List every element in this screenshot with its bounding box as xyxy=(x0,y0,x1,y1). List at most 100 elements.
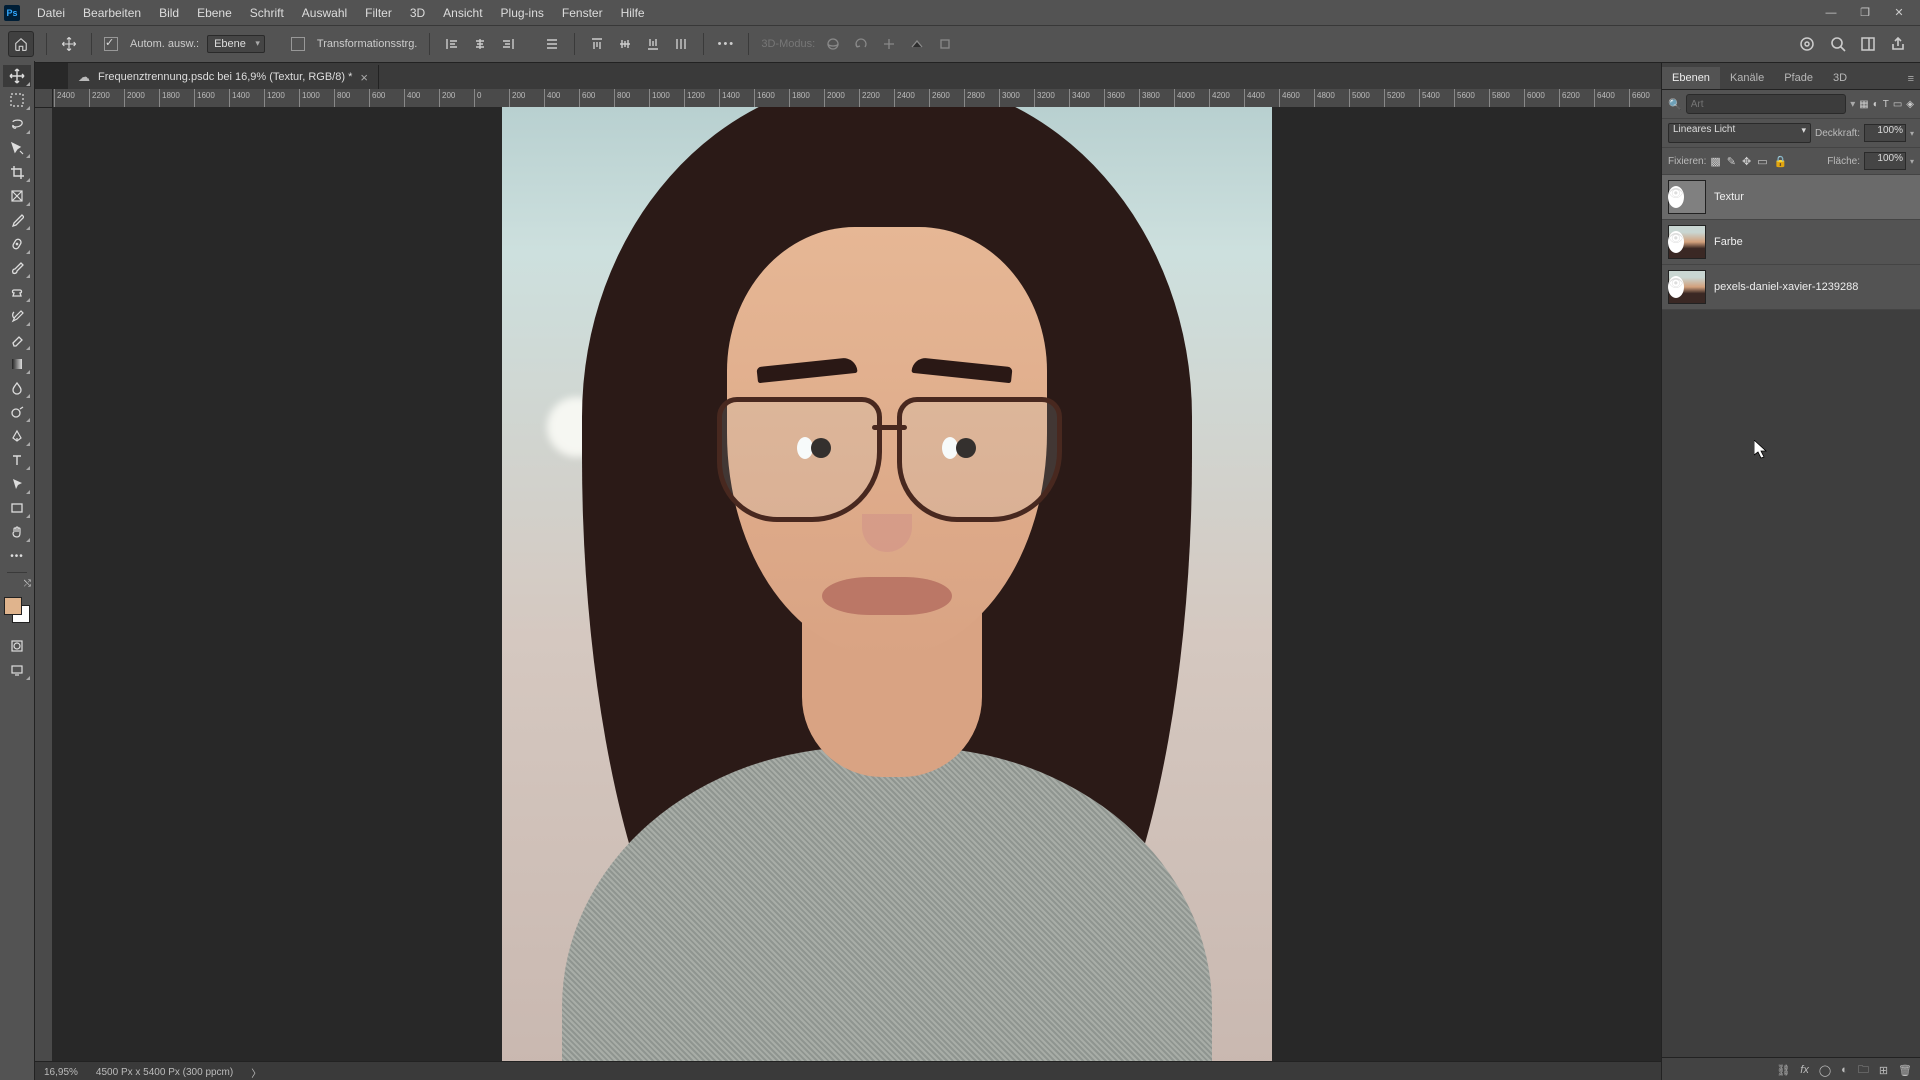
layer-fx-icon[interactable]: fx xyxy=(1800,1064,1809,1076)
new-adjustment-icon[interactable]: ◐ xyxy=(1841,1064,1848,1076)
lock-pixels-icon[interactable]: ✎ xyxy=(1727,155,1736,168)
delete-layer-icon[interactable]: 🗑 xyxy=(1898,1064,1912,1077)
menu-datei[interactable]: Datei xyxy=(28,0,74,25)
rectangle-tool[interactable] xyxy=(3,497,31,519)
opacity-value[interactable]: 100% xyxy=(1864,124,1906,142)
layer-row[interactable]: 👁 Farbe xyxy=(1662,220,1920,265)
layer-list-empty-area[interactable] xyxy=(1662,310,1920,1057)
transform-controls-checkbox[interactable] xyxy=(291,37,305,51)
quick-select-tool[interactable] xyxy=(3,137,31,159)
layer-name[interactable]: Farbe xyxy=(1714,236,1743,248)
menu-ansicht[interactable]: Ansicht xyxy=(434,0,491,25)
menu-bild[interactable]: Bild xyxy=(150,0,188,25)
filter-smart-icon[interactable]: ◈ xyxy=(1906,99,1914,110)
zoom-readout[interactable]: 16,95% xyxy=(44,1067,78,1078)
link-layers-icon[interactable]: ⛓ xyxy=(1776,1064,1790,1077)
auto-select-checkbox[interactable] xyxy=(104,37,118,51)
menu-schrift[interactable]: Schrift xyxy=(241,0,293,25)
quickmask-toggle[interactable] xyxy=(3,635,31,657)
clone-stamp-tool[interactable] xyxy=(3,281,31,303)
share-icon[interactable] xyxy=(1890,36,1906,52)
tab-kanaele[interactable]: Kanäle xyxy=(1720,67,1774,89)
add-mask-icon[interactable]: ◯ xyxy=(1819,1064,1831,1077)
layer-row[interactable]: 👁 pexels-daniel-xavier-1239288 xyxy=(1662,265,1920,310)
lock-position-icon[interactable]: ✥ xyxy=(1742,155,1751,168)
lasso-tool[interactable] xyxy=(3,113,31,135)
align-left-icon[interactable] xyxy=(442,34,462,54)
filter-shape-icon[interactable]: ▭ xyxy=(1893,99,1902,110)
menu-filter[interactable]: Filter xyxy=(356,0,401,25)
layer-filter-input[interactable] xyxy=(1686,94,1847,114)
close-tab-icon[interactable]: × xyxy=(360,70,368,85)
more-options-icon[interactable]: ••• xyxy=(716,34,736,54)
screenmode-toggle[interactable] xyxy=(3,659,31,681)
align-right-icon[interactable] xyxy=(498,34,518,54)
menu-fenster[interactable]: Fenster xyxy=(553,0,612,25)
pen-tool[interactable] xyxy=(3,425,31,447)
blur-tool[interactable] xyxy=(3,377,31,399)
workspace-icon[interactable] xyxy=(1860,36,1876,52)
menu-hilfe[interactable]: Hilfe xyxy=(612,0,654,25)
visibility-toggle[interactable]: 👁 xyxy=(1668,186,1684,208)
frame-tool[interactable] xyxy=(3,185,31,207)
window-close[interactable]: ✕ xyxy=(1882,0,1916,25)
menu-ebene[interactable]: Ebene xyxy=(188,0,241,25)
eyedropper-tool[interactable] xyxy=(3,209,31,231)
blend-mode-select[interactable]: Lineares Licht xyxy=(1668,123,1811,143)
align-top-icon[interactable] xyxy=(587,34,607,54)
document-tab[interactable]: ☁ Frequenztrennung.psdc bei 16,9% (Textu… xyxy=(68,65,379,89)
menu-plugins[interactable]: Plug-ins xyxy=(492,0,553,25)
gradient-tool[interactable] xyxy=(3,353,31,375)
search-icon[interactable] xyxy=(1830,36,1846,52)
visibility-toggle[interactable]: 👁 xyxy=(1668,276,1684,298)
panel-menu-icon[interactable]: ≡ xyxy=(1902,69,1920,89)
filter-adjust-icon[interactable]: ◐ xyxy=(1873,99,1879,110)
align-hcenter-icon[interactable] xyxy=(470,34,490,54)
swap-colors-icon[interactable]: ⤭ xyxy=(24,578,31,589)
menu-bearbeiten[interactable]: Bearbeiten xyxy=(74,0,150,25)
status-arrow-icon[interactable]: 〉 xyxy=(251,1065,261,1080)
tab-3d[interactable]: 3D xyxy=(1823,67,1857,89)
healing-brush-tool[interactable] xyxy=(3,233,31,255)
menu-3d[interactable]: 3D xyxy=(401,0,434,25)
eraser-tool[interactable] xyxy=(3,329,31,351)
align-vcenter-icon[interactable] xyxy=(615,34,635,54)
filter-pixel-icon[interactable]: ▦ xyxy=(1859,99,1868,110)
distribute-icon[interactable] xyxy=(542,34,562,54)
crop-tool[interactable] xyxy=(3,161,31,183)
move-tool-icon[interactable] xyxy=(59,34,79,54)
more-tools[interactable]: ••• xyxy=(3,545,31,567)
lock-artboard-icon[interactable]: ▭ xyxy=(1757,155,1767,168)
menu-auswahl[interactable]: Auswahl xyxy=(293,0,356,25)
window-minimize[interactable]: — xyxy=(1814,0,1848,25)
path-select-tool[interactable] xyxy=(3,473,31,495)
distribute-v-icon[interactable] xyxy=(671,34,691,54)
layer-name[interactable]: Textur xyxy=(1714,191,1744,203)
layer-row[interactable]: 👁 Textur xyxy=(1662,175,1920,220)
dodge-tool[interactable] xyxy=(3,401,31,423)
layer-name[interactable]: pexels-daniel-xavier-1239288 xyxy=(1714,281,1858,293)
new-group-icon[interactable]: 🗀 xyxy=(1858,1061,1869,1080)
canvas[interactable] xyxy=(52,107,1661,1062)
align-bottom-icon[interactable] xyxy=(643,34,663,54)
auto-select-target[interactable]: Ebene xyxy=(207,35,265,53)
fill-value[interactable]: 100% xyxy=(1864,152,1906,170)
window-maximize[interactable]: ❐ xyxy=(1848,0,1882,25)
hand-tool[interactable] xyxy=(3,521,31,543)
marquee-tool[interactable] xyxy=(3,89,31,111)
cloud-docs-icon[interactable] xyxy=(1798,35,1816,53)
home-button[interactable] xyxy=(8,31,34,57)
lock-all-icon[interactable]: 🔒 xyxy=(1774,155,1788,168)
color-swatches[interactable] xyxy=(4,597,30,623)
type-tool[interactable] xyxy=(3,449,31,471)
foreground-color[interactable] xyxy=(4,597,22,615)
history-brush-tool[interactable] xyxy=(3,305,31,327)
new-layer-icon[interactable]: ⊞ xyxy=(1879,1064,1888,1077)
brush-tool[interactable] xyxy=(3,257,31,279)
document-info[interactable]: 4500 Px x 5400 Px (300 ppcm) xyxy=(96,1067,233,1078)
filter-type-icon[interactable]: T xyxy=(1883,99,1889,110)
vertical-ruler[interactable] xyxy=(34,89,53,1062)
tab-ebenen[interactable]: Ebenen xyxy=(1662,67,1720,89)
tab-pfade[interactable]: Pfade xyxy=(1774,67,1823,89)
visibility-toggle[interactable]: 👁 xyxy=(1668,231,1684,253)
